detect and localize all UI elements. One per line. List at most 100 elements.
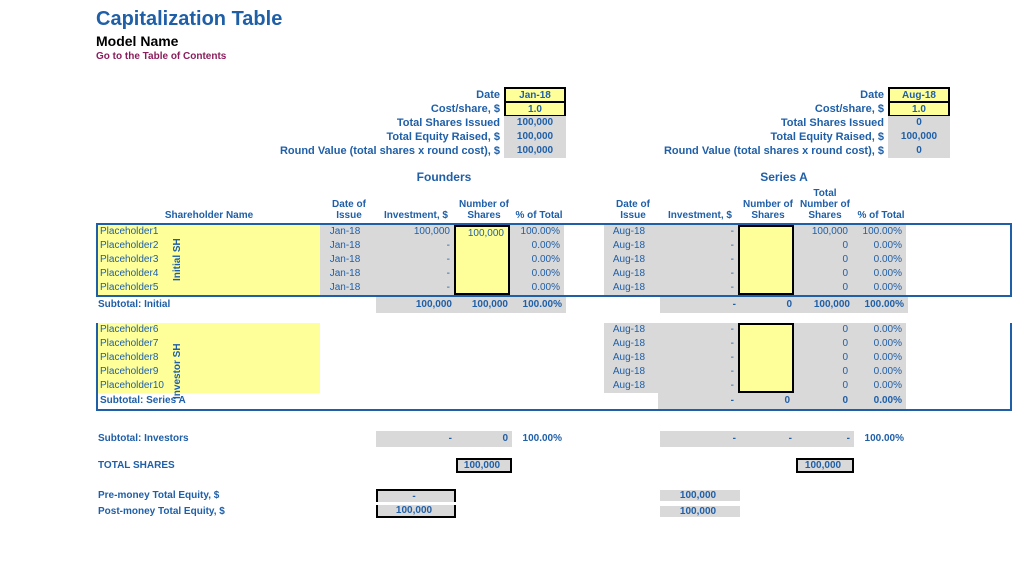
f-shares-input[interactable]: 100,000 <box>454 225 510 239</box>
f-inv: - <box>374 281 454 295</box>
f-pct: 0.00% <box>510 281 564 295</box>
f-inv: - <box>374 267 454 281</box>
a-inv: - <box>658 239 738 253</box>
f-date: Jan-18 <box>320 253 374 267</box>
f-shares-input[interactable] <box>454 239 510 253</box>
a-shares-input[interactable] <box>738 253 794 267</box>
summary-block: DateJan-18 Cost/share, $1.0 Total Shares… <box>96 88 1012 158</box>
founders-cost-input[interactable]: 1.0 <box>504 101 566 117</box>
a-inv: - <box>658 365 738 379</box>
subtotal-investors-atot: - <box>796 431 854 447</box>
total-shares-a: 100,000 <box>796 458 854 473</box>
subtotal-initial-apct: 100.00% <box>854 297 908 313</box>
a-pct: 0.00% <box>852 281 906 295</box>
col-a-date: Date of Issue <box>606 188 660 221</box>
a-pct: 0.00% <box>852 351 906 365</box>
seriesa-round-val: 0 <box>888 144 950 158</box>
total-shares-label: TOTAL SHARES <box>96 460 322 471</box>
model-name: Model Name <box>96 33 1012 49</box>
a-shares-input[interactable] <box>738 365 794 379</box>
subtotal-initial-fshares: 100,000 <box>456 297 512 313</box>
postmoney-a: 100,000 <box>660 506 740 517</box>
a-inv: - <box>658 253 738 267</box>
table-row: Placeholder3Jan-18-0.00%Aug-18-00.00% <box>98 253 1010 267</box>
table-row: Placeholder2Jan-18-0.00%Aug-18-00.00% <box>98 239 1010 253</box>
a-shares-input[interactable] <box>738 379 794 393</box>
a-shares-input[interactable] <box>738 239 794 253</box>
a-date: Aug-18 <box>604 351 658 365</box>
col-name: Shareholder Name <box>96 188 322 221</box>
premoney-label: Pre-money Total Equity, $ <box>96 490 322 501</box>
a-totshares: 0 <box>794 337 852 351</box>
subtotal-initial: Subtotal: Initial 100,000 100,000 100.00… <box>96 297 1012 313</box>
subtotal-initial-atot: 100,000 <box>796 297 854 313</box>
total-shares-f: 100,000 <box>456 458 512 473</box>
a-date: Aug-18 <box>604 323 658 337</box>
a-date: Aug-18 <box>604 337 658 351</box>
a-inv: - <box>658 281 738 295</box>
f-shares-input[interactable] <box>454 253 510 267</box>
a-inv: - <box>658 379 738 393</box>
a-inv: - <box>658 337 738 351</box>
a-pct: 0.00% <box>852 337 906 351</box>
f-date: Jan-18 <box>320 225 374 239</box>
a-pct: 100.00% <box>852 225 906 239</box>
a-shares-input[interactable] <box>738 225 794 239</box>
a-totshares: 0 <box>794 379 852 393</box>
shareholder-name-input[interactable]: Placeholder2 <box>98 239 320 253</box>
f-inv: - <box>374 239 454 253</box>
shareholder-name-input[interactable]: Placeholder9 <box>98 365 320 379</box>
col-f-pct: % of Total <box>512 188 566 221</box>
col-f-inv: Investment, $ <box>376 188 456 221</box>
column-headers: Shareholder Name Date of Issue Investmen… <box>96 188 1012 225</box>
a-date: Aug-18 <box>604 267 658 281</box>
seriesa-round-label: Round Value (total shares x round cost),… <box>664 145 888 157</box>
a-shares-input[interactable] <box>738 323 794 337</box>
a-inv: - <box>658 267 738 281</box>
subtotal-initial-ainv: - <box>660 297 740 313</box>
f-date: Jan-18 <box>320 239 374 253</box>
founders-equity-val: 100,000 <box>504 130 566 144</box>
subtotal-investors-label: Subtotal: Investors <box>96 431 322 447</box>
a-shares-input[interactable] <box>738 281 794 295</box>
a-date: Aug-18 <box>604 379 658 393</box>
shareholder-name-input[interactable]: Placeholder10 <box>98 379 320 393</box>
a-totshares: 0 <box>794 281 852 295</box>
shareholder-name-input[interactable]: Placeholder3 <box>98 253 320 267</box>
table-row: Placeholder10 Aug-18- 00.00% <box>98 379 1010 393</box>
a-totshares: 0 <box>794 253 852 267</box>
subtotal-seriesa-tot: 0 <box>794 393 852 409</box>
subtotal-investors-ashares: - <box>740 431 796 447</box>
f-shares-input[interactable] <box>454 267 510 281</box>
initial-vtab: Initial SH <box>172 225 183 295</box>
a-totshares: 0 <box>794 351 852 365</box>
subtotal-initial-label: Subtotal: Initial <box>96 297 322 313</box>
f-pct: 0.00% <box>510 239 564 253</box>
col-a-shares: Number of Shares <box>740 188 796 221</box>
shareholder-name-input[interactable]: Placeholder1 <box>98 225 320 239</box>
subtotal-investors-finv: - <box>376 431 456 447</box>
a-shares-input[interactable] <box>738 337 794 351</box>
founders-cost-label: Cost/share, $ <box>431 103 504 115</box>
postmoney-label: Post-money Total Equity, $ <box>96 506 322 517</box>
shareholder-name-input[interactable]: Placeholder8 <box>98 351 320 365</box>
seriesa-equity-label: Total Equity Raised, $ <box>771 131 889 143</box>
subtotal-investors-apct: 100.00% <box>854 431 908 447</box>
a-pct: 0.00% <box>852 267 906 281</box>
shareholder-name-input[interactable]: Placeholder5 <box>98 281 320 295</box>
a-shares-input[interactable] <box>738 351 794 365</box>
a-pct: 0.00% <box>852 379 906 393</box>
toc-link[interactable]: Go to the Table of Contents <box>96 51 1012 62</box>
a-inv: - <box>658 323 738 337</box>
founders-shares-label: Total Shares Issued <box>397 117 504 129</box>
a-pct: 0.00% <box>852 323 906 337</box>
shareholder-name-input[interactable]: Placeholder7 <box>98 337 320 351</box>
f-shares-input[interactable] <box>454 281 510 295</box>
shareholder-name-input[interactable]: Placeholder6 <box>98 323 320 337</box>
subtotal-investors-fpct: 100.00% <box>512 431 566 447</box>
shareholder-name-input[interactable]: Placeholder4 <box>98 267 320 281</box>
seriesa-equity-val: 100,000 <box>888 130 950 144</box>
seriesa-cost-input[interactable]: 1.0 <box>888 101 950 117</box>
f-date: Jan-18 <box>320 281 374 295</box>
a-shares-input[interactable] <box>738 267 794 281</box>
